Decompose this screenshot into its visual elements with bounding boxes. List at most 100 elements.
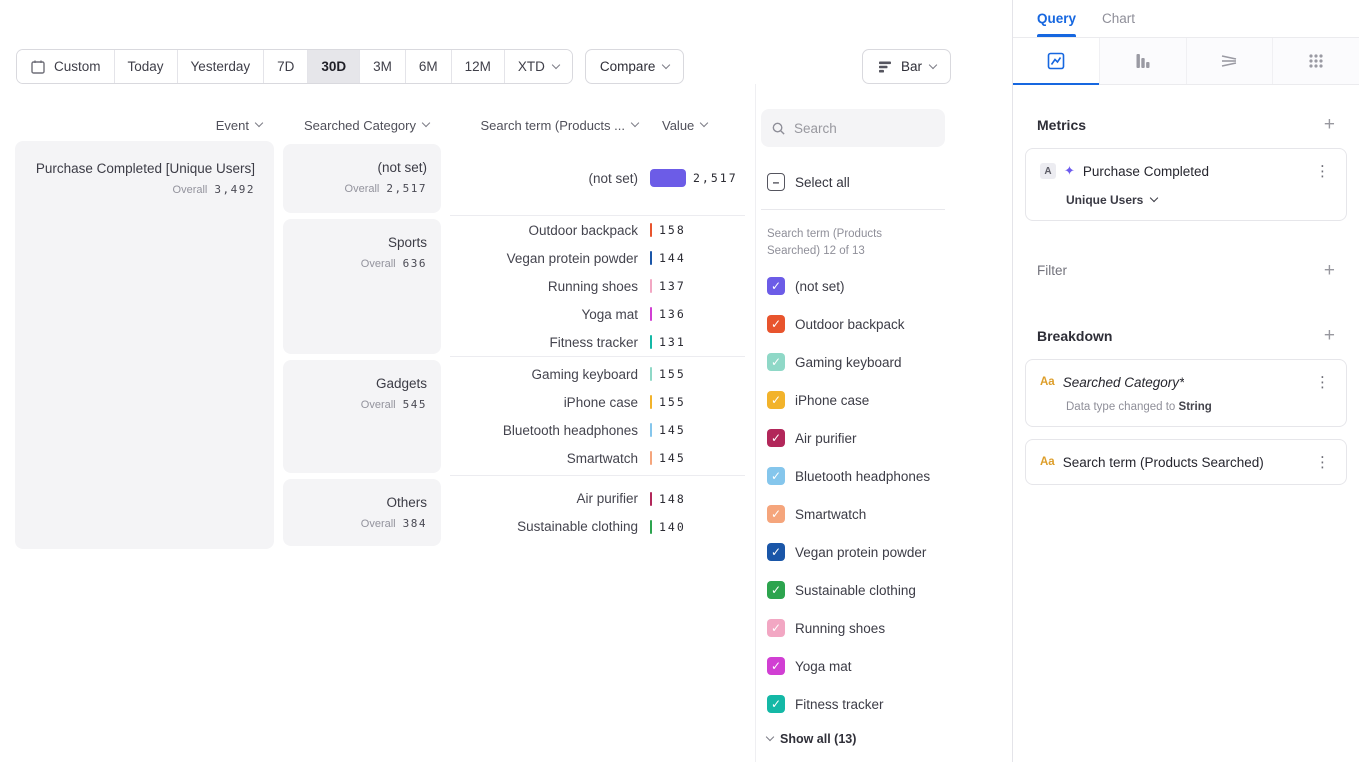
term-rows: Gaming keyboard 155 iPhone case: [450, 357, 745, 476]
add-filter-button[interactable]: +: [1324, 261, 1335, 280]
date-range-6m[interactable]: 6M: [405, 50, 451, 83]
apps-grid-icon: [1306, 51, 1326, 71]
breakdown-label: Search term (Products Searched): [1063, 455, 1264, 470]
legend-search[interactable]: [761, 109, 945, 147]
tab-query[interactable]: Query: [1037, 0, 1076, 37]
select-all-row[interactable]: – Select all: [767, 168, 1012, 196]
breakdown-menu-icon[interactable]: ⋮: [1313, 373, 1332, 391]
date-range-3m[interactable]: 3M: [359, 50, 405, 83]
value-cell: 148: [650, 492, 745, 506]
legend-item[interactable]: ✓ Air purifier: [761, 419, 1012, 457]
term-row[interactable]: Smartwatch 145: [450, 444, 745, 472]
measure-label: Unique Users: [1066, 193, 1143, 207]
breakdown-label: Searched Category*: [1063, 375, 1185, 390]
checkbox-checked[interactable]: ✓: [767, 657, 785, 675]
checkbox-checked[interactable]: ✓: [767, 467, 785, 485]
filter-section: Filter +: [1013, 261, 1359, 280]
term-row[interactable]: Vegan protein powder 144: [450, 244, 745, 272]
date-range-xtd[interactable]: XTD: [504, 50, 572, 83]
legend-item[interactable]: ✓ Sustainable clothing: [761, 571, 1012, 609]
breakdown-menu-icon[interactable]: ⋮: [1313, 453, 1332, 471]
column-header-category[interactable]: Searched Category: [283, 118, 441, 133]
value-cell: 2,517: [650, 169, 745, 187]
compare-button[interactable]: Compare: [585, 49, 685, 84]
column-header-event[interactable]: Event: [15, 118, 274, 133]
category-group-gadgets: Gadgets Overall545 Gaming keyboard: [283, 357, 745, 476]
checkbox-checked[interactable]: ✓: [767, 277, 785, 295]
term-row[interactable]: Sustainable clothing 140: [450, 513, 745, 541]
legend-item-label: Outdoor backpack: [795, 317, 905, 332]
legend-item[interactable]: ✓ Vegan protein powder: [761, 533, 1012, 571]
legend-item[interactable]: ✓ Running shoes: [761, 609, 1012, 647]
tab-insights[interactable]: [1013, 38, 1100, 84]
value-number: 155: [659, 367, 686, 381]
term-row[interactable]: Yoga mat 136: [450, 300, 745, 328]
measure-dropdown[interactable]: Unique Users: [1066, 193, 1332, 207]
term-row[interactable]: Running shoes 137: [450, 272, 745, 300]
legend-item[interactable]: ✓ Bluetooth headphones: [761, 457, 1012, 495]
legend-item[interactable]: ✓ Gaming keyboard: [761, 343, 1012, 381]
select-all-checkbox[interactable]: –: [767, 173, 785, 191]
date-range-30d[interactable]: 30D: [307, 50, 359, 83]
event-column: Purchase Completed [Unique Users] Overal…: [15, 141, 274, 549]
breakdown-card-search-term[interactable]: Aa Search term (Products Searched) ⋮: [1025, 439, 1347, 485]
column-header-search-term[interactable]: Search term (Products ...: [450, 118, 638, 133]
category-card[interactable]: Sports Overall636: [283, 219, 441, 354]
term-rows: (not set) 2,517: [450, 141, 745, 216]
tab-chart[interactable]: Chart: [1102, 0, 1135, 37]
checkbox-checked[interactable]: ✓: [767, 429, 785, 447]
insights-chart-icon: [1046, 51, 1066, 71]
chevron-down-icon: [929, 60, 937, 68]
category-card[interactable]: (not set) Overall2,517: [283, 144, 441, 213]
tab-flows[interactable]: [1187, 38, 1274, 84]
term-row[interactable]: Bluetooth headphones 145: [450, 416, 745, 444]
term-row[interactable]: (not set) 2,517: [450, 164, 745, 192]
query-panel: Query Chart Metrics + A: [1013, 0, 1359, 762]
legend-item[interactable]: ✓ Yoga mat: [761, 647, 1012, 685]
data-type-note: Data type changed to String: [1066, 401, 1332, 413]
value-number: 136: [659, 307, 686, 321]
checkbox-checked[interactable]: ✓: [767, 695, 785, 713]
checkbox-checked[interactable]: ✓: [767, 353, 785, 371]
legend-item[interactable]: ✓ Outdoor backpack: [761, 305, 1012, 343]
term-row[interactable]: Air purifier 148: [450, 485, 745, 513]
event-card[interactable]: Purchase Completed [Unique Users] Overal…: [15, 141, 274, 549]
legend-item[interactable]: ✓ (not set): [761, 267, 1012, 305]
legend-item[interactable]: ✓ iPhone case: [761, 381, 1012, 419]
metric-card[interactable]: A ✦ Purchase Completed ⋮ Unique Users: [1025, 148, 1347, 221]
category-card[interactable]: Others Overall384: [283, 479, 441, 546]
date-range-custom[interactable]: Custom: [17, 50, 114, 83]
term-row[interactable]: iPhone case 155: [450, 388, 745, 416]
checkbox-checked[interactable]: ✓: [767, 581, 785, 599]
chart-type-button[interactable]: Bar: [862, 49, 951, 84]
checkbox-checked[interactable]: ✓: [767, 391, 785, 409]
metric-menu-icon[interactable]: ⋮: [1313, 162, 1332, 180]
term-label: Vegan protein powder: [450, 251, 638, 266]
date-range-today[interactable]: Today: [114, 50, 177, 83]
tab-more-reports[interactable]: [1273, 38, 1359, 84]
date-range-12m[interactable]: 12M: [451, 50, 504, 83]
search-icon: [771, 121, 786, 136]
term-label: Bluetooth headphones: [450, 423, 638, 438]
show-all-button[interactable]: Show all (13): [767, 727, 1012, 751]
term-row[interactable]: Fitness tracker 131: [450, 328, 745, 356]
checkbox-checked[interactable]: ✓: [767, 619, 785, 637]
checkbox-checked[interactable]: ✓: [767, 505, 785, 523]
date-range-7d[interactable]: 7D: [263, 50, 307, 83]
column-header-value[interactable]: Value: [650, 118, 745, 133]
date-range-yesterday[interactable]: Yesterday: [177, 50, 264, 83]
checkbox-checked[interactable]: ✓: [767, 315, 785, 333]
category-card[interactable]: Gadgets Overall545: [283, 360, 441, 473]
search-input[interactable]: [794, 121, 935, 136]
add-breakdown-button[interactable]: +: [1324, 326, 1335, 345]
legend-item[interactable]: ✓ Fitness tracker: [761, 685, 1012, 723]
legend-item-label: Sustainable clothing: [795, 583, 916, 598]
term-label: Sustainable clothing: [450, 519, 638, 534]
term-row[interactable]: Outdoor backpack 158: [450, 216, 745, 244]
breakdown-card-searched-category[interactable]: Aa Searched Category* ⋮ Data type change…: [1025, 359, 1347, 427]
add-metric-button[interactable]: +: [1324, 115, 1335, 134]
tab-funnels[interactable]: [1100, 38, 1187, 84]
checkbox-checked[interactable]: ✓: [767, 543, 785, 561]
term-row[interactable]: Gaming keyboard 155: [450, 360, 745, 388]
legend-item[interactable]: ✓ Smartwatch: [761, 495, 1012, 533]
